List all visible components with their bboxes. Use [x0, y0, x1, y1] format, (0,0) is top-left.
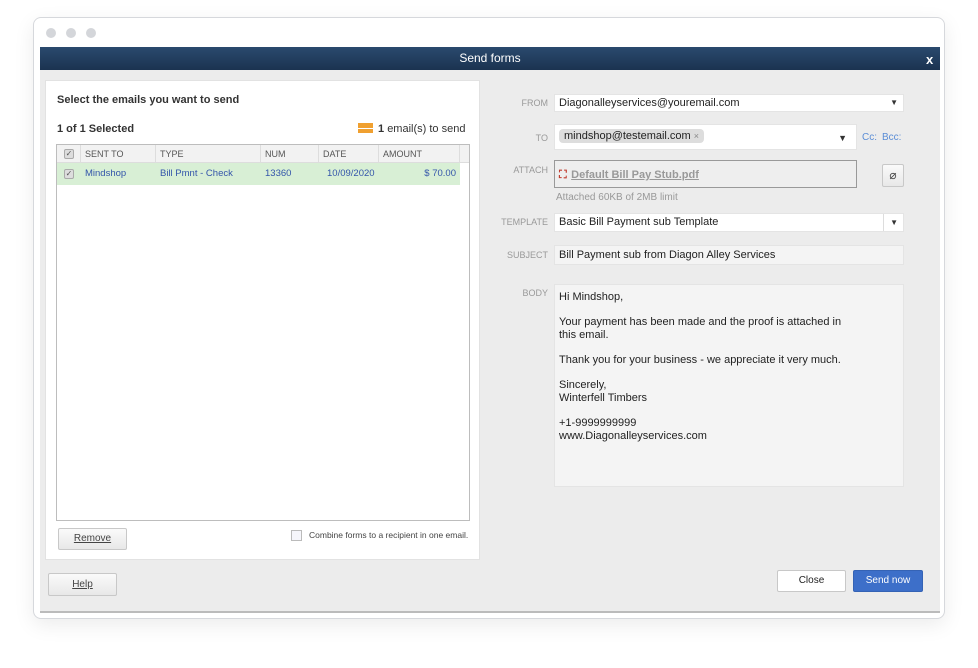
window-minimize-dot[interactable]	[66, 28, 76, 38]
col-amount[interactable]: AMOUNT	[379, 145, 460, 162]
panel-heading: Select the emails you want to send	[57, 94, 240, 106]
body-greeting: Hi Mindshop,	[559, 291, 624, 303]
cell-type: Bill Pmnt - Check	[160, 168, 233, 179]
send-now-button[interactable]: Send now	[853, 570, 923, 592]
close-button[interactable]: Close	[777, 570, 846, 592]
cell-num: 13360	[265, 168, 292, 179]
body-thanks: Thank you for your business - we appreci…	[559, 354, 841, 366]
attach-label: ATTACH	[513, 165, 548, 175]
subject-label: SUBJECT	[506, 250, 548, 260]
col-num[interactable]: NUM	[261, 145, 319, 162]
from-value: Diagonalleyservices@youremail.com	[559, 97, 740, 109]
template-label: TEMPLATE	[501, 217, 548, 227]
body-textarea[interactable]: Hi Mindshop, Your payment has been made …	[554, 284, 904, 487]
recipient-chip: mindshop@testemail.com ×	[559, 129, 705, 143]
to-label: TO	[535, 133, 548, 143]
cell-sent-to: Mindshop	[85, 168, 127, 179]
paperclip-icon[interactable]: ⌀	[882, 164, 904, 187]
close-icon[interactable]: x	[926, 52, 933, 67]
window-close-dot[interactable]	[46, 28, 56, 38]
col-sent-to[interactable]: SENT TO	[81, 145, 156, 162]
envelope-icon	[358, 123, 373, 133]
email-count-label: email(s) to send	[387, 123, 466, 135]
subject-input[interactable]: Bill Payment sub from Diagon Alley Servi…	[554, 245, 904, 265]
body-line1: Your payment has been made and the proof…	[559, 316, 842, 328]
recipient-email: mindshop@testemail.com	[564, 130, 691, 142]
emails-table: ✓ SENT TO TYPE NUM DATE AMOUNT ✓ Mindsho…	[56, 144, 470, 521]
combine-label: Combine forms to a recipient in one emai…	[309, 530, 469, 540]
table-row[interactable]: ✓ Mindshop Bill Pmnt - Check 13360 10/09…	[57, 163, 460, 185]
body-label: BODY	[522, 288, 548, 298]
combine-checkbox[interactable]	[291, 530, 302, 541]
chip-remove-icon[interactable]: ×	[694, 131, 699, 141]
email-count: 1	[378, 123, 385, 135]
select-all-checkbox[interactable]: ✓	[64, 149, 74, 159]
body-closing: Sincerely,	[559, 379, 607, 391]
to-input[interactable]: mindshop@testemail.com × ▼	[554, 124, 857, 150]
col-date[interactable]: DATE	[319, 145, 379, 162]
table-header: ✓ SENT TO TYPE NUM DATE AMOUNT	[57, 145, 469, 163]
body-company: Winterfell Timbers	[559, 392, 648, 404]
cell-amount: $ 70.00	[424, 168, 456, 179]
body-phone: +1-9999999999	[559, 417, 637, 429]
from-select[interactable]: Diagonalleyservices@youremail.com ▼	[554, 94, 904, 112]
body-website: www.Diagonalleyservices.com	[559, 430, 707, 442]
cc-link[interactable]: Cc:	[862, 132, 877, 143]
pdf-icon: ⛶	[559, 169, 567, 181]
chevron-down-icon: ▼	[883, 214, 898, 231]
attachment-box: ⛶ Default Bill Pay Stub.pdf	[554, 160, 857, 188]
cell-date: 10/09/2020	[327, 168, 375, 179]
window-zoom-dot[interactable]	[86, 28, 96, 38]
from-label: FROM	[521, 98, 549, 108]
dialog-title: Send forms	[40, 47, 940, 70]
attach-note: Attached 60KB of 2MB limit	[556, 192, 678, 203]
remove-button[interactable]: Remove	[58, 528, 127, 550]
chevron-down-icon[interactable]: ▼	[838, 133, 847, 143]
attachment-link[interactable]: Default Bill Pay Stub.pdf	[571, 169, 699, 181]
selected-count: 1 of 1 Selected	[57, 123, 135, 135]
bcc-link[interactable]: Bcc:	[882, 132, 901, 143]
template-select[interactable]: Basic Bill Payment sub Template ▼	[554, 213, 904, 232]
template-value: Basic Bill Payment sub Template	[559, 216, 719, 228]
emails-to-send: 1 email(s) to send	[358, 123, 465, 135]
body-line2: this email.	[559, 329, 609, 341]
chevron-down-icon: ▼	[890, 98, 898, 107]
col-type[interactable]: TYPE	[156, 145, 261, 162]
row-checkbox[interactable]: ✓	[64, 169, 74, 179]
select-all-cell[interactable]: ✓	[57, 145, 81, 162]
help-button[interactable]: Help	[48, 573, 117, 596]
